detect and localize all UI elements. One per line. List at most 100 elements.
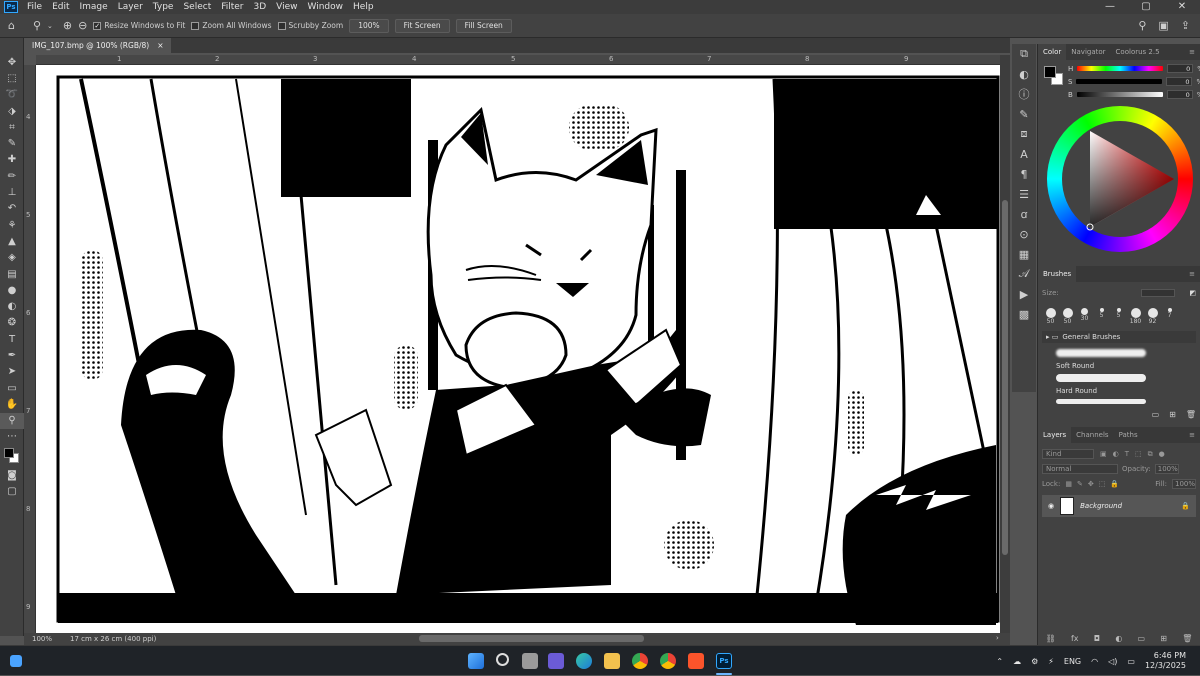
s-value[interactable]: 0: [1166, 77, 1193, 86]
glyphs-icon[interactable]: ꭤ: [1012, 204, 1036, 224]
lock-position-icon[interactable]: ✥: [1088, 480, 1094, 488]
actions-icon[interactable]: ▶: [1012, 284, 1036, 304]
adjustment-layer-icon[interactable]: ◐: [1115, 634, 1122, 643]
minimize-button[interactable]: —: [1092, 0, 1128, 14]
pen-tool-icon[interactable]: ✒: [0, 347, 24, 363]
menu-layer[interactable]: Layer: [113, 2, 148, 12]
lock-artboard-icon[interactable]: ⬚: [1099, 480, 1106, 488]
marquee-tool-icon[interactable]: ⬚: [0, 70, 24, 86]
sponge-tool-icon[interactable]: ❂: [0, 315, 24, 331]
document-canvas[interactable]: [36, 65, 1000, 633]
add-mask-icon[interactable]: ◘: [1094, 634, 1100, 643]
filter-type-icon[interactable]: T: [1125, 450, 1129, 458]
vertical-scroll-thumb[interactable]: [1002, 200, 1008, 555]
status-arrow-icon[interactable]: ›: [996, 634, 999, 642]
menu-select[interactable]: Select: [178, 2, 216, 12]
menu-view[interactable]: View: [271, 2, 302, 12]
hard-round-stroke[interactable]: [1056, 374, 1146, 382]
new-group-icon[interactable]: ▭: [1152, 410, 1160, 419]
filter-shape-icon[interactable]: ⬚: [1135, 450, 1142, 458]
volume-icon[interactable]: ◁): [1108, 657, 1117, 666]
b-value[interactable]: 0: [1166, 90, 1193, 99]
menu-type[interactable]: Type: [148, 2, 179, 12]
lock-paint-icon[interactable]: ✎: [1077, 480, 1083, 488]
edge-icon[interactable]: [576, 653, 592, 669]
filter-smart-icon[interactable]: ⧉: [1148, 450, 1153, 459]
navigator-icon[interactable]: ⊙: [1012, 224, 1036, 244]
filter-toggle-icon[interactable]: ●: [1159, 450, 1165, 458]
brush-group-general[interactable]: ▸ ▭ General Brushes: [1042, 331, 1196, 343]
delete-layer-icon[interactable]: 🗑: [1182, 634, 1192, 643]
zoom-out-icon[interactable]: ⊖: [78, 19, 87, 32]
search-icon[interactable]: ⚲: [1138, 19, 1146, 32]
workspace-icon[interactable]: ▣: [1158, 19, 1168, 32]
paragraph-icon[interactable]: ¶: [1012, 164, 1036, 184]
color-triangle[interactable]: [1062, 121, 1178, 237]
tab-coolorus[interactable]: Coolorus 2.5: [1111, 44, 1165, 60]
crop-tool-icon[interactable]: ⌗: [0, 119, 24, 135]
brush-item-soft-round[interactable]: Soft Round: [1056, 362, 1196, 370]
wifi-icon[interactable]: ◠: [1091, 657, 1098, 666]
info-icon[interactable]: ⓘ: [1012, 84, 1036, 104]
filter-adjust-icon[interactable]: ◐: [1113, 450, 1119, 458]
dodge-tool-icon[interactable]: ◐: [0, 298, 24, 314]
brush-settings-icon[interactable]: ✎: [1012, 104, 1036, 124]
shape-tool-icon[interactable]: ▭: [0, 380, 24, 396]
menu-edit[interactable]: Edit: [47, 2, 74, 12]
type-tool-icon[interactable]: T: [0, 331, 24, 347]
panel-menu-icon[interactable]: ≡: [1184, 427, 1200, 443]
layer-row-background[interactable]: ◉ Background 🔒: [1042, 495, 1196, 517]
menu-help[interactable]: Help: [348, 2, 379, 12]
brightness-slider[interactable]: [1076, 92, 1163, 97]
lasso-tool-icon[interactable]: ➰: [0, 87, 24, 103]
patterns-icon[interactable]: ▩: [1012, 304, 1036, 324]
tab-color[interactable]: Color: [1038, 44, 1067, 60]
styles-icon[interactable]: 𝒜: [1012, 264, 1036, 284]
adjustments-icon[interactable]: ◐: [1012, 64, 1036, 84]
fill-screen-button[interactable]: Fill Screen: [455, 18, 512, 33]
settings-tray-icon[interactable]: ⚙: [1031, 657, 1038, 666]
zoom-tool-icon[interactable]: ⚲: [33, 19, 41, 32]
network-usage-icon[interactable]: ⚡: [1048, 657, 1054, 666]
link-layers-icon[interactable]: ⛓: [1046, 634, 1056, 643]
panel-menu-icon[interactable]: ≡: [1184, 44, 1200, 60]
zoom-readout[interactable]: 100%: [32, 635, 52, 643]
tab-layers[interactable]: Layers: [1038, 427, 1072, 443]
zoom-value-field[interactable]: 100%: [349, 18, 389, 33]
menu-image[interactable]: Image: [75, 2, 113, 12]
brush-preset[interactable]: 50: [1042, 308, 1059, 325]
fg-bg-swatches[interactable]: [1044, 66, 1064, 86]
color-swatches-icon[interactable]: [0, 445, 24, 467]
chrome-icon[interactable]: [632, 653, 648, 669]
swatches-icon[interactable]: ▦: [1012, 244, 1036, 264]
healing-brush-icon[interactable]: ✚: [0, 152, 24, 168]
zoom-all-checkbox[interactable]: Zoom All Windows: [191, 21, 272, 30]
chrome-profile-icon[interactable]: [660, 653, 676, 669]
screen-mode-icon[interactable]: ▢: [0, 483, 24, 499]
properties-icon[interactable]: ☰: [1012, 184, 1036, 204]
foreground-color-swatch[interactable]: [1044, 66, 1056, 78]
tab-brushes[interactable]: Brushes: [1038, 266, 1077, 282]
photoshop-taskbar-icon[interactable]: Ps: [716, 653, 732, 669]
clone-stamp-icon[interactable]: ⊥: [0, 184, 24, 200]
scrubby-zoom-checkbox[interactable]: Scrubby Zoom: [277, 21, 343, 30]
clock[interactable]: 6:46 PM 12/3/2025: [1145, 651, 1186, 671]
menu-window[interactable]: Window: [303, 2, 349, 12]
horizontal-scroll-thumb[interactable]: [419, 635, 644, 642]
color-wheel-area[interactable]: [1038, 104, 1200, 266]
widgets-icon[interactable]: [10, 655, 22, 667]
blur-tool-icon[interactable]: ●: [0, 282, 24, 298]
language-indicator[interactable]: ENG: [1064, 657, 1081, 666]
brush-options-icon[interactable]: ◩: [1189, 289, 1196, 297]
onedrive-icon[interactable]: ☁: [1013, 657, 1021, 666]
h-value[interactable]: 0: [1167, 64, 1194, 73]
clone-source-icon[interactable]: ⧈: [1012, 124, 1036, 144]
teams-icon[interactable]: [548, 653, 564, 669]
brush-preset[interactable]: 5: [1093, 308, 1110, 325]
share-icon[interactable]: ⇪: [1181, 19, 1190, 32]
move-tool-icon[interactable]: ✥: [0, 54, 24, 70]
layer-name[interactable]: Background: [1080, 502, 1122, 510]
size-field[interactable]: [1141, 289, 1176, 297]
maximize-button[interactable]: ▢: [1128, 0, 1164, 14]
close-window-button[interactable]: ✕: [1164, 0, 1200, 14]
